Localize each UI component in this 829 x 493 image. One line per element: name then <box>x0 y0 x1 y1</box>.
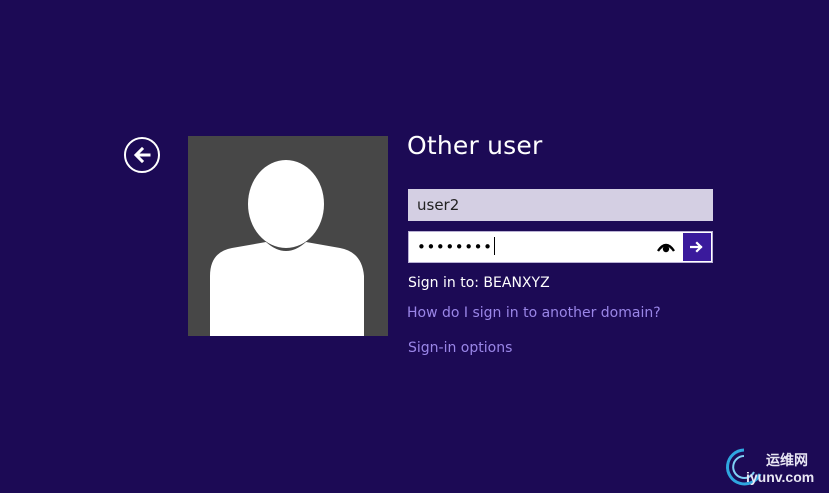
submit-button[interactable] <box>683 233 711 261</box>
password-value: •••••••• <box>417 232 495 262</box>
arrow-right-icon <box>690 241 703 253</box>
sign-in-domain-label: Sign in to: BEANXYZ <box>408 275 550 291</box>
sign-in-options-link[interactable]: Sign-in options <box>408 340 512 356</box>
password-mask: •••••••• <box>417 238 493 256</box>
watermark-cn-text: 运维网 <box>766 453 808 469</box>
user-avatar-icon <box>210 160 364 336</box>
user-avatar <box>188 136 388 336</box>
password-field[interactable]: •••••••• <box>408 231 713 263</box>
page-title: Other user <box>407 131 543 160</box>
reveal-password-button[interactable] <box>656 238 676 256</box>
site-watermark: 运维网 iyunv.com <box>722 444 826 490</box>
back-button[interactable] <box>124 137 160 173</box>
back-arrow-icon <box>133 146 151 164</box>
other-domain-link[interactable]: How do I sign in to another domain? <box>407 305 661 321</box>
eye-icon <box>657 243 675 253</box>
watermark-en-text: iyunv.com <box>746 469 815 485</box>
text-caret <box>493 237 495 255</box>
username-field[interactable]: user2 <box>408 189 713 221</box>
